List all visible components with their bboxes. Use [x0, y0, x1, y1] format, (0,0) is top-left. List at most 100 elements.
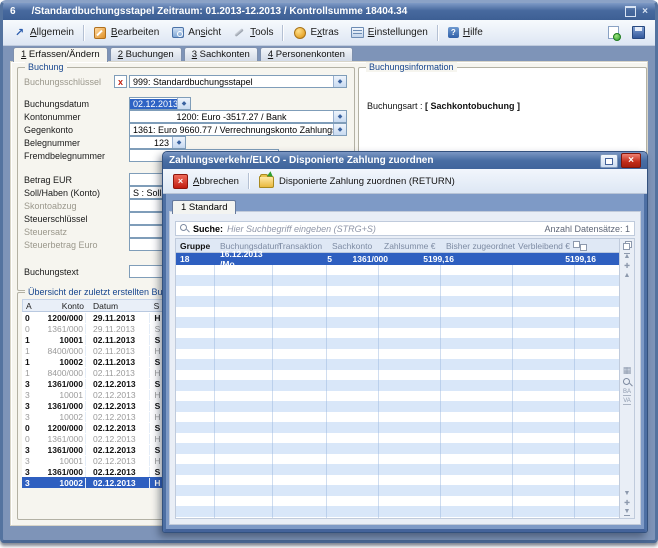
screen: 6 /Standardbuchungsstapel Zeitraum: 01.2…: [0, 0, 658, 548]
menubar: ↗ Allgemein Bearbeiten Ansicht Tools Ext…: [3, 20, 655, 46]
new-document-button[interactable]: [601, 24, 626, 41]
arrow-up-right-icon: ↗: [13, 26, 26, 39]
menu-hilfe[interactable]: ? Hilfe: [442, 25, 489, 40]
dropdown-icon[interactable]: ◆: [333, 76, 346, 87]
dropdown-icon[interactable]: ◆: [333, 111, 346, 122]
menu-label: Einstellungen: [368, 27, 428, 38]
clear-buchungsschluessel-button[interactable]: x: [114, 75, 127, 88]
col-konto: Konto: [42, 301, 86, 311]
label-buchungstext: Buchungstext: [24, 267, 79, 277]
row-down-icon[interactable]: ▼: [624, 490, 631, 497]
dialog-titlebar[interactable]: Zahlungsverkehr/ELKO - Disponierte Zahlu…: [163, 152, 647, 169]
va-icon[interactable]: VA: [623, 398, 631, 405]
restore-icon[interactable]: [625, 6, 636, 17]
window-title: /Standardbuchungsstapel Zeitraum: 01.201…: [32, 6, 408, 17]
dialog-minimize-button[interactable]: [600, 154, 618, 168]
label-soll-haben: Soll/Haben (Konto): [24, 188, 100, 198]
copy-icon[interactable]: [623, 241, 632, 250]
col-sachkonto: Sachkonto: [332, 241, 384, 251]
page-up-icon[interactable]: ✚: [624, 262, 630, 270]
buchungsart-value: [ Sachkontobuchung ]: [425, 101, 520, 111]
ba-icon[interactable]: BA: [623, 389, 631, 396]
dialog-table-row-selected[interactable]: 18 16.12.2013 /Mo 5 1361/000 5199,16 519…: [176, 253, 619, 265]
tab-personenkonten[interactable]: 4 Personenkonten: [260, 47, 353, 61]
dialog-close-button[interactable]: ×: [621, 153, 641, 168]
dialog-body: 1 Standard Daten Suche: Hier Suchbegriff…: [166, 193, 644, 529]
group-buchungsinformation-legend: Buchungsinformation: [366, 62, 457, 72]
buchungsdatum-input[interactable]: 02.12.2013 ◆: [129, 97, 191, 110]
label-steuersatz: Steuersatz: [24, 227, 67, 237]
dialog-title: Zahlungsverkehr/ELKO - Disponierte Zahlu…: [169, 155, 433, 166]
extras-icon: [294, 27, 306, 39]
toolbar-separator: [248, 173, 250, 189]
abbrechen-button[interactable]: × Abbrechen: [167, 172, 245, 191]
label-buchungsschluessel: Buchungsschlüssel: [24, 77, 101, 87]
menu-allgemein[interactable]: ↗ Allgemein: [7, 24, 80, 41]
label-steuerschluessel: Steuerschlüssel: [24, 214, 88, 224]
new-document-icon: [608, 26, 619, 39]
search-bar[interactable]: Suche: Hier Suchbegriff eingeben (STRG+S…: [175, 221, 635, 236]
label-skontoabzug: Skontoabzug: [24, 201, 77, 211]
record-count: Anzahl Datensätze: 1: [544, 224, 630, 234]
close-icon[interactable]: ×: [642, 7, 648, 17]
label-kontonummer: Kontonummer: [24, 112, 81, 122]
grid-icon[interactable]: ▦: [623, 365, 632, 376]
belegnummer-input[interactable]: 123 ◆: [129, 136, 186, 149]
zahlung-zuordnen-button[interactable]: Disponierte Zahlung zuordnen (RETURN): [253, 172, 461, 190]
menu-einstellungen[interactable]: Einstellungen: [345, 24, 434, 41]
col-datum: Datum: [86, 301, 149, 311]
tab-buchungen[interactable]: 2 Buchungen: [110, 47, 182, 61]
label-steuerbetrag-euro: Steuerbetrag Euro: [24, 240, 98, 250]
scroll-top-icon[interactable]: ▲: [624, 253, 631, 260]
search-label: Suche:: [193, 224, 223, 234]
table-side-toolbar: ▲ ✚ ▲ ▦ BA VA ▼: [619, 239, 634, 518]
menu-bearbeiten[interactable]: Bearbeiten: [88, 24, 165, 41]
dialog-tab-standard[interactable]: 1 Standard: [172, 200, 236, 214]
dialog-zahlungsverkehr: Zahlungsverkehr/ELKO - Disponierte Zahlu…: [162, 151, 648, 533]
dropdown-icon[interactable]: ◆: [333, 124, 346, 135]
menu-label: Bearbeiten: [111, 27, 159, 38]
row-up-icon[interactable]: ▲: [624, 272, 631, 279]
edit-icon: [94, 27, 106, 39]
menu-label: Hilfe: [463, 27, 483, 38]
col-a: A: [23, 301, 42, 311]
buchungsschluessel-combobox[interactable]: 999: Standardbuchungsstapel ◆: [129, 75, 347, 88]
settings-icon: [351, 27, 364, 38]
menu-extras[interactable]: Extras: [287, 24, 344, 41]
label-gegenkonto: Gegenkonto: [24, 125, 73, 135]
label-betrag-eur: Betrag EUR: [24, 175, 72, 185]
kontonummer-combobox[interactable]: 1200: Euro -3517.27 / Bank ◆: [129, 110, 347, 123]
gegenkonto-combobox[interactable]: 1361: Euro 9660.77 / Verrechnungskonto Z…: [129, 123, 347, 136]
page-down-icon[interactable]: ✚: [624, 499, 630, 507]
spinner-icon[interactable]: ◆: [172, 137, 185, 148]
assign-folder-icon: [259, 176, 274, 188]
menu-ansicht[interactable]: Ansicht: [165, 24, 227, 41]
main-titlebar[interactable]: 6 /Standardbuchungsstapel Zeitraum: 01.2…: [3, 3, 655, 20]
label-buchungsdatum: Buchungsdatum: [24, 99, 89, 109]
dialog-table: Gruppe Buchungsdatum Transaktion Sachkon…: [175, 238, 635, 519]
zoom-icon[interactable]: [623, 378, 632, 387]
group-buchung-legend: Buchung: [25, 62, 67, 72]
menu-label: Tools: [250, 27, 273, 38]
scroll-bottom-icon[interactable]: ▼: [624, 509, 631, 516]
menu-label: Allgemein: [30, 27, 74, 38]
menu-tools[interactable]: Tools: [227, 24, 279, 41]
col-zahlsumme: Zahlsumme €: [384, 241, 446, 251]
menu-separator: [83, 25, 85, 41]
dialog-toolbar: × Abbrechen Disponierte Zahlung zuordnen…: [163, 169, 647, 194]
help-icon: ?: [448, 27, 459, 38]
tab-erfassen-aendern[interactable]: 1 Erfassen/Ändern: [13, 47, 108, 62]
tools-icon: [233, 26, 246, 39]
save-button[interactable]: [626, 24, 651, 41]
col-transaktion: Transaktion: [278, 241, 332, 251]
menu-separator: [437, 25, 439, 41]
label-fremdbelegnummer: Fremdbelegnummer: [24, 151, 105, 161]
menu-label: Ansicht: [188, 27, 221, 38]
menu-separator: [282, 25, 284, 41]
spinner-icon[interactable]: ◆: [177, 98, 190, 109]
tab-sachkonten[interactable]: 3 Sachkonten: [184, 47, 258, 61]
dialog-daten-panel: Daten Suche: Hier Suchbegriff eingeben (…: [169, 211, 641, 525]
tabstrip: 1 Erfassen/Ändern 2 Buchungen 3 Sachkont…: [10, 45, 648, 61]
window-id: 6: [10, 6, 16, 17]
cancel-x-icon: ×: [173, 174, 188, 189]
